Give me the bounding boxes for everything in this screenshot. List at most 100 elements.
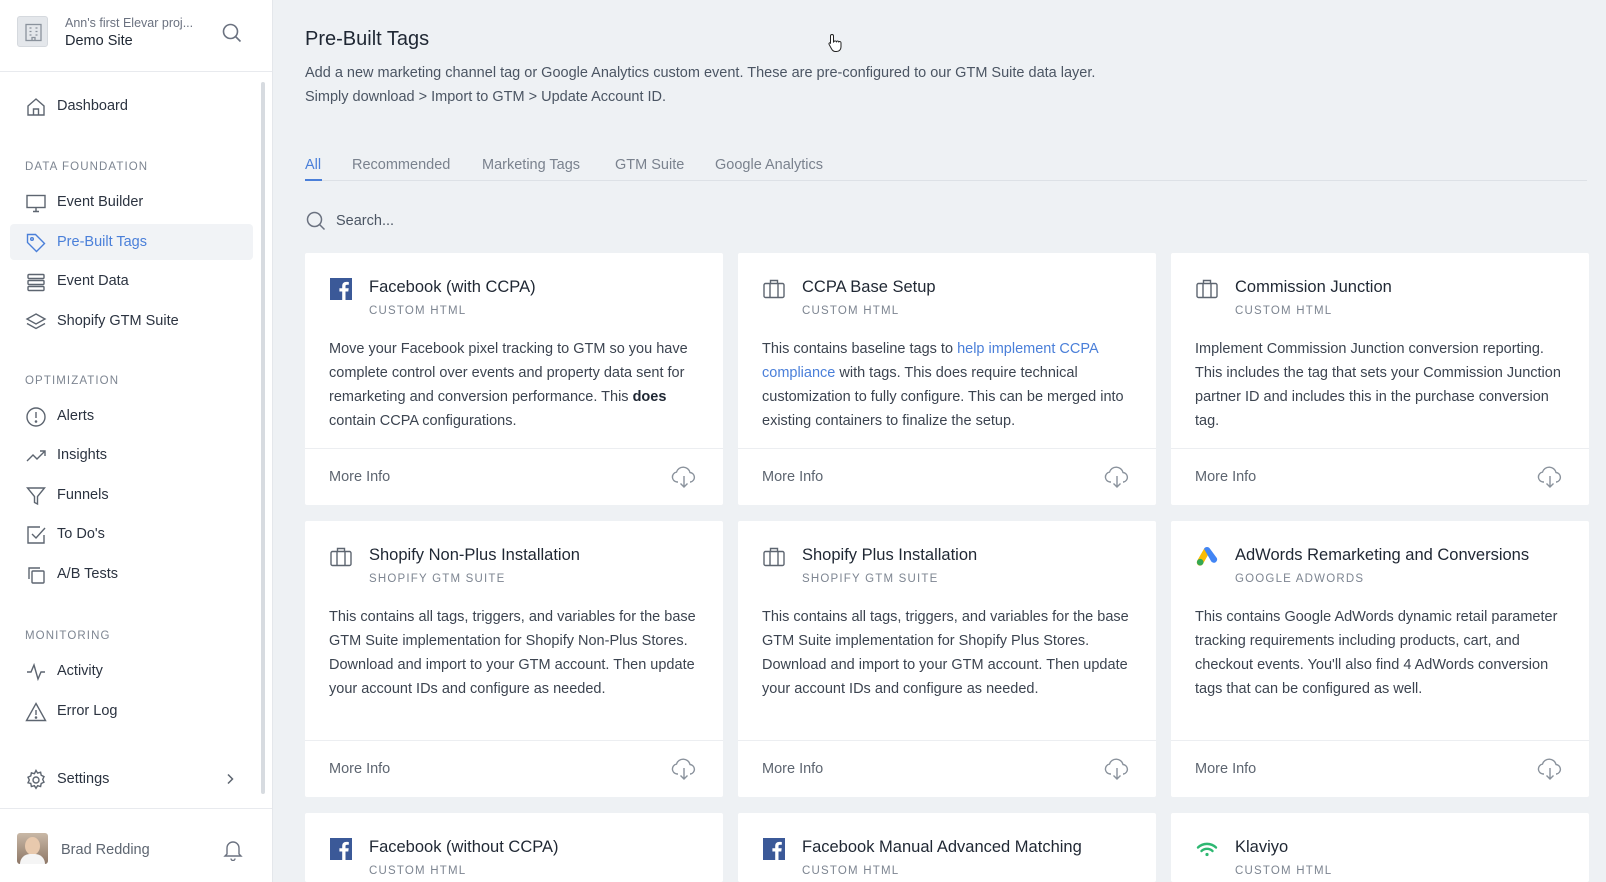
alert-circle-icon (26, 407, 46, 427)
google-ads-icon (1196, 546, 1218, 566)
facebook-icon (763, 838, 785, 860)
briefcase-icon (1196, 279, 1218, 299)
nav-label: A/B Tests (57, 566, 118, 582)
card-footer: More Info (738, 448, 1156, 505)
nav-label: Shopify GTM Suite (57, 313, 179, 329)
page-description: Add a new marketing channel tag or Googl… (305, 65, 1096, 105)
tab-gtm-suite[interactable]: GTM Suite (615, 157, 684, 173)
card-footer: More Info (305, 448, 723, 505)
card-description: This contains Google AdWords dynamic ret… (1195, 609, 1558, 697)
active-tab-indicator (305, 179, 322, 181)
sidebar-scrollbar[interactable] (261, 82, 265, 794)
card-title: AdWords Remarketing and Conversions (1235, 546, 1530, 564)
hand-cursor-icon (828, 33, 842, 52)
funnel-icon (26, 487, 46, 506)
card-type: SHOPIFY GTM SUITE (802, 573, 939, 585)
layers-list-icon (27, 273, 45, 292)
more-info-link[interactable]: More Info (329, 469, 390, 485)
search-input[interactable] (336, 209, 636, 233)
nav-todos[interactable]: To Do's (10, 516, 253, 552)
nav-prebuilt-tags[interactable]: Pre-Built Tags (10, 224, 253, 260)
section-heading: MONITORING (25, 630, 111, 642)
nav-event-data[interactable]: Event Data (10, 263, 253, 299)
nav-label: Insights (57, 447, 107, 463)
nav-activity[interactable]: Activity (10, 653, 253, 689)
more-info-link[interactable]: More Info (762, 761, 823, 777)
nav-event-builder[interactable]: Event Builder (10, 184, 253, 220)
facebook-icon (330, 838, 352, 860)
card-type: CUSTOM HTML (1235, 305, 1333, 317)
card-type: CUSTOM HTML (369, 865, 467, 877)
tag-card: CCPA Base Setup CUSTOM HTML This contain… (738, 253, 1156, 505)
card-footer: More Info (1171, 448, 1589, 505)
bell-icon[interactable] (223, 839, 243, 861)
nav-shopify-gtm-suite[interactable]: Shopify GTM Suite (10, 303, 253, 339)
user-profile[interactable]: Brad Redding (0, 808, 272, 882)
cloud-download-icon[interactable] (1537, 757, 1563, 781)
user-name: Brad Redding (61, 842, 150, 858)
tab-all[interactable]: All (305, 157, 321, 173)
search-bar (305, 209, 705, 233)
more-info-link[interactable]: More Info (762, 469, 823, 485)
activity-icon (27, 662, 45, 682)
tab-recommended[interactable]: Recommended (352, 157, 450, 173)
nav-label: Event Data (57, 273, 129, 289)
tab-google-analytics[interactable]: Google Analytics (715, 157, 823, 173)
nav-dashboard[interactable]: Dashboard (10, 88, 253, 124)
warning-triangle-icon (25, 702, 47, 722)
card-title: CCPA Base Setup (802, 278, 936, 296)
card-type: GOOGLE ADWORDS (1235, 573, 1365, 585)
nav-label: Settings (57, 771, 110, 787)
chevron-right-icon (227, 773, 234, 785)
tag-card: AdWords Remarketing and Conversions GOOG… (1171, 521, 1589, 797)
more-info-link[interactable]: More Info (1195, 761, 1256, 777)
page-title: Pre-Built Tags (305, 28, 430, 50)
card-title: Klaviyo (1235, 838, 1289, 856)
avatar (17, 833, 48, 864)
cloud-download-icon[interactable] (671, 757, 697, 781)
cloud-download-icon[interactable] (1104, 465, 1130, 489)
tag-card: Facebook (with CCPA) CUSTOM HTML Move yo… (305, 253, 723, 505)
tag-icon (26, 233, 46, 253)
building-icon (17, 16, 48, 47)
tag-card: Facebook Manual Advanced Matching CUSTOM… (738, 813, 1156, 882)
nav-label: To Do's (57, 526, 105, 542)
tag-card: Klaviyo CUSTOM HTML (1171, 813, 1589, 882)
more-info-link[interactable]: More Info (329, 761, 390, 777)
trending-up-icon (26, 450, 46, 462)
monitor-icon (26, 194, 46, 213)
nav-label: Funnels (57, 487, 109, 503)
cloud-download-icon[interactable] (671, 465, 697, 489)
nav-alerts[interactable]: Alerts (10, 398, 253, 434)
card-type: CUSTOM HTML (1235, 865, 1333, 877)
card-description: This contains all tags, triggers, and va… (329, 609, 696, 697)
card-footer: More Info (738, 740, 1156, 797)
nav-settings[interactable]: Settings (10, 761, 253, 797)
more-info-link[interactable]: More Info (1195, 469, 1256, 485)
card-title: Facebook (without CCPA) (369, 838, 559, 856)
nav-error-log[interactable]: Error Log (10, 693, 253, 729)
card-description: This contains all tags, triggers, and va… (762, 609, 1129, 697)
nav-label: Dashboard (57, 98, 128, 114)
card-title: Facebook Manual Advanced Matching (802, 838, 1082, 856)
cloud-download-icon[interactable] (1104, 757, 1130, 781)
project-subtitle: Ann's first Elevar proj... (65, 16, 194, 30)
tab-marketing-tags[interactable]: Marketing Tags (482, 157, 580, 173)
project-name: Demo Site (65, 33, 133, 49)
nav-ab-tests[interactable]: A/B Tests (10, 556, 253, 592)
card-title: Shopify Non-Plus Installation (369, 546, 580, 564)
tag-card: Facebook (without CCPA) CUSTOM HTML (305, 813, 723, 882)
nav-funnels[interactable]: Funnels (10, 477, 253, 513)
main-content: Pre-Built Tags Add a new marketing chann… (274, 0, 1606, 882)
card-type: CUSTOM HTML (369, 305, 467, 317)
search-icon[interactable] (221, 22, 243, 44)
cloud-download-icon[interactable] (1537, 465, 1563, 489)
card-footer: More Info (1171, 740, 1589, 797)
nav-label: Error Log (57, 703, 118, 719)
search-icon (306, 211, 326, 231)
card-type: CUSTOM HTML (802, 865, 900, 877)
nav-insights[interactable]: Insights (10, 437, 253, 473)
briefcase-icon (330, 547, 352, 567)
tag-card: Shopify Non-Plus Installation SHOPIFY GT… (305, 521, 723, 797)
checkbox-icon (27, 526, 46, 544)
